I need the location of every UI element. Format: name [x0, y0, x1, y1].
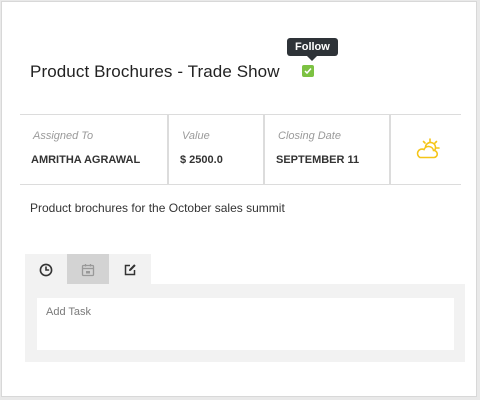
- deal-description: Product brochures for the October sales …: [30, 201, 285, 215]
- closing-label: Closing Date: [278, 130, 341, 142]
- deal-stats: Assigned To AMRITHA AGRAWAL Value $ 2500…: [20, 114, 461, 185]
- edit-icon: [124, 264, 136, 276]
- tab-note[interactable]: [109, 254, 151, 284]
- tab-activity[interactable]: [25, 254, 67, 284]
- follow-tooltip: Follow: [287, 38, 338, 61]
- task-panel: [25, 284, 465, 362]
- value-label: Value: [182, 130, 210, 142]
- stat-value: Value $ 2500.0: [169, 115, 265, 184]
- check-icon: [304, 68, 312, 75]
- value-amount: $ 2500.0: [180, 154, 223, 166]
- calendar-icon: [81, 264, 95, 277]
- clock-icon: [39, 263, 53, 277]
- activity-tabs: [25, 254, 151, 284]
- add-task-input[interactable]: [37, 298, 454, 350]
- tab-calendar[interactable]: [67, 254, 109, 284]
- stat-weather: [391, 115, 461, 184]
- follow-checkbox[interactable]: [302, 65, 314, 77]
- assigned-label: Assigned To: [33, 130, 94, 142]
- deal-title: Product Brochures - Trade Show: [30, 62, 280, 81]
- deal-card: Follow Product Brochures - Trade Show As…: [1, 1, 477, 397]
- assigned-value: AMRITHA AGRAWAL: [31, 154, 141, 166]
- stat-assigned: Assigned To AMRITHA AGRAWAL: [20, 115, 169, 184]
- stat-closing-date: Closing Date SEPTEMBER 11: [265, 115, 391, 184]
- closing-value: SEPTEMBER 11: [276, 154, 360, 166]
- partly-cloudy-sun-icon: [416, 138, 440, 159]
